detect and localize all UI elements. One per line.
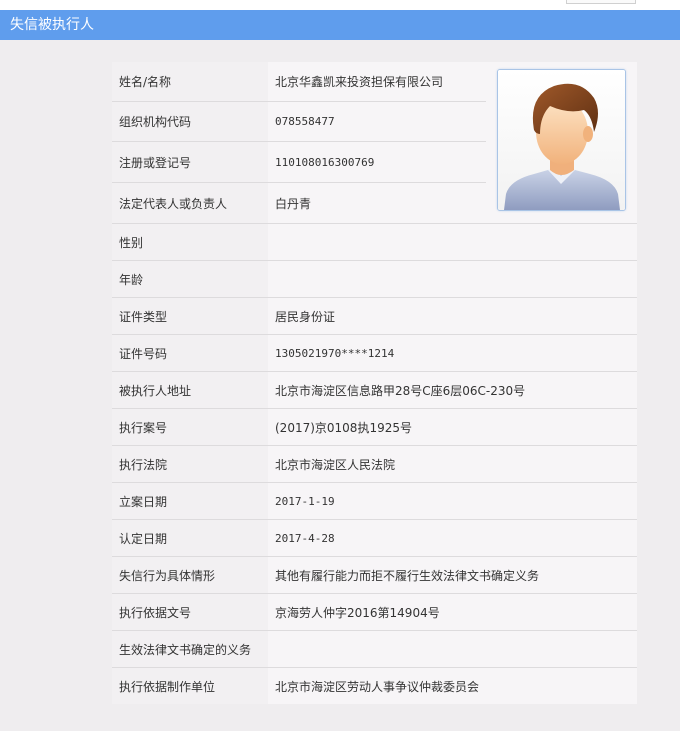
row-court: 执行法院 北京市海淀区人民法院: [112, 446, 637, 483]
row-label: 执行依据制作单位: [112, 668, 268, 704]
row-label: 姓名/名称: [112, 62, 268, 101]
row-value: (2017)京0108执1925号: [268, 409, 637, 445]
row-basis-doc-no: 执行依据文号 京海劳人仲字2016第14904号: [112, 594, 637, 631]
row-label: 被执行人地址: [112, 372, 268, 408]
row-address: 被执行人地址 北京市海淀区信息路甲28号C座6层06C-230号: [112, 372, 637, 409]
section-title: 失信被执行人: [10, 17, 94, 33]
row-value: 1305021970****1214: [268, 335, 637, 371]
row-value: 京海劳人仲字2016第14904号: [268, 594, 637, 630]
row-label: 执行案号: [112, 409, 268, 445]
row-id-number: 证件号码 1305021970****1214: [112, 335, 637, 372]
row-value: 北京市海淀区劳动人事争议仲裁委员会: [268, 668, 637, 704]
row-dishonest-behavior: 失信行为具体情形 其他有履行能力而拒不履行生效法律文书确定义务: [112, 557, 637, 594]
top-strip: [0, 0, 680, 10]
row-label: 执行法院: [112, 446, 268, 482]
person-avatar-icon: [498, 70, 625, 210]
row-value: 北京华鑫凯来投资担保有限公司: [268, 62, 486, 101]
row-label: 执行依据文号: [112, 594, 268, 630]
row-value: 北京市海淀区信息路甲28号C座6层06C-230号: [268, 372, 637, 408]
row-age: 年龄: [112, 261, 637, 298]
row-value: 2017-1-19: [268, 483, 637, 519]
row-label: 法定代表人或负责人: [112, 183, 268, 223]
person-photo: [497, 69, 626, 211]
row-label: 年龄: [112, 261, 268, 297]
row-gender: 性别: [112, 224, 637, 261]
row-label: 立案日期: [112, 483, 268, 519]
row-label: 证件号码: [112, 335, 268, 371]
top-tab-edge: [566, 0, 636, 4]
row-value: [268, 631, 637, 667]
row-case-no: 执行案号 (2017)京0108执1925号: [112, 409, 637, 446]
section-header: 失信被执行人: [0, 10, 680, 40]
row-value: 2017-4-28: [268, 520, 637, 556]
row-value: 110108016300769: [268, 142, 486, 182]
row-name: 姓名/名称 北京华鑫凯来投资担保有限公司: [112, 62, 486, 102]
row-label: 失信行为具体情形: [112, 557, 268, 593]
row-value: 078558477: [268, 102, 486, 141]
row-basis-issuer: 执行依据制作单位 北京市海淀区劳动人事争议仲裁委员会: [112, 668, 637, 704]
row-obligation: 生效法律文书确定的义务: [112, 631, 637, 668]
row-label: 组织机构代码: [112, 102, 268, 141]
detail-panel: 姓名/名称 北京华鑫凯来投资担保有限公司 组织机构代码 078558477 注册…: [112, 62, 637, 704]
row-org-code: 组织机构代码 078558477: [112, 102, 486, 142]
row-reg-no: 注册或登记号 110108016300769: [112, 142, 486, 183]
row-label: 生效法律文书确定的义务: [112, 631, 268, 667]
row-value: [268, 261, 637, 297]
row-value: 居民身份证: [268, 298, 637, 334]
row-label: 证件类型: [112, 298, 268, 334]
row-filing-date: 立案日期 2017-1-19: [112, 483, 637, 520]
row-value: 其他有履行能力而拒不履行生效法律文书确定义务: [268, 557, 637, 593]
row-label: 认定日期: [112, 520, 268, 556]
row-id-type: 证件类型 居民身份证: [112, 298, 637, 335]
row-label: 注册或登记号: [112, 142, 268, 182]
row-confirm-date: 认定日期 2017-4-28: [112, 520, 637, 557]
row-value: [268, 224, 637, 260]
row-label: 性别: [112, 224, 268, 260]
row-value: 北京市海淀区人民法院: [268, 446, 637, 482]
